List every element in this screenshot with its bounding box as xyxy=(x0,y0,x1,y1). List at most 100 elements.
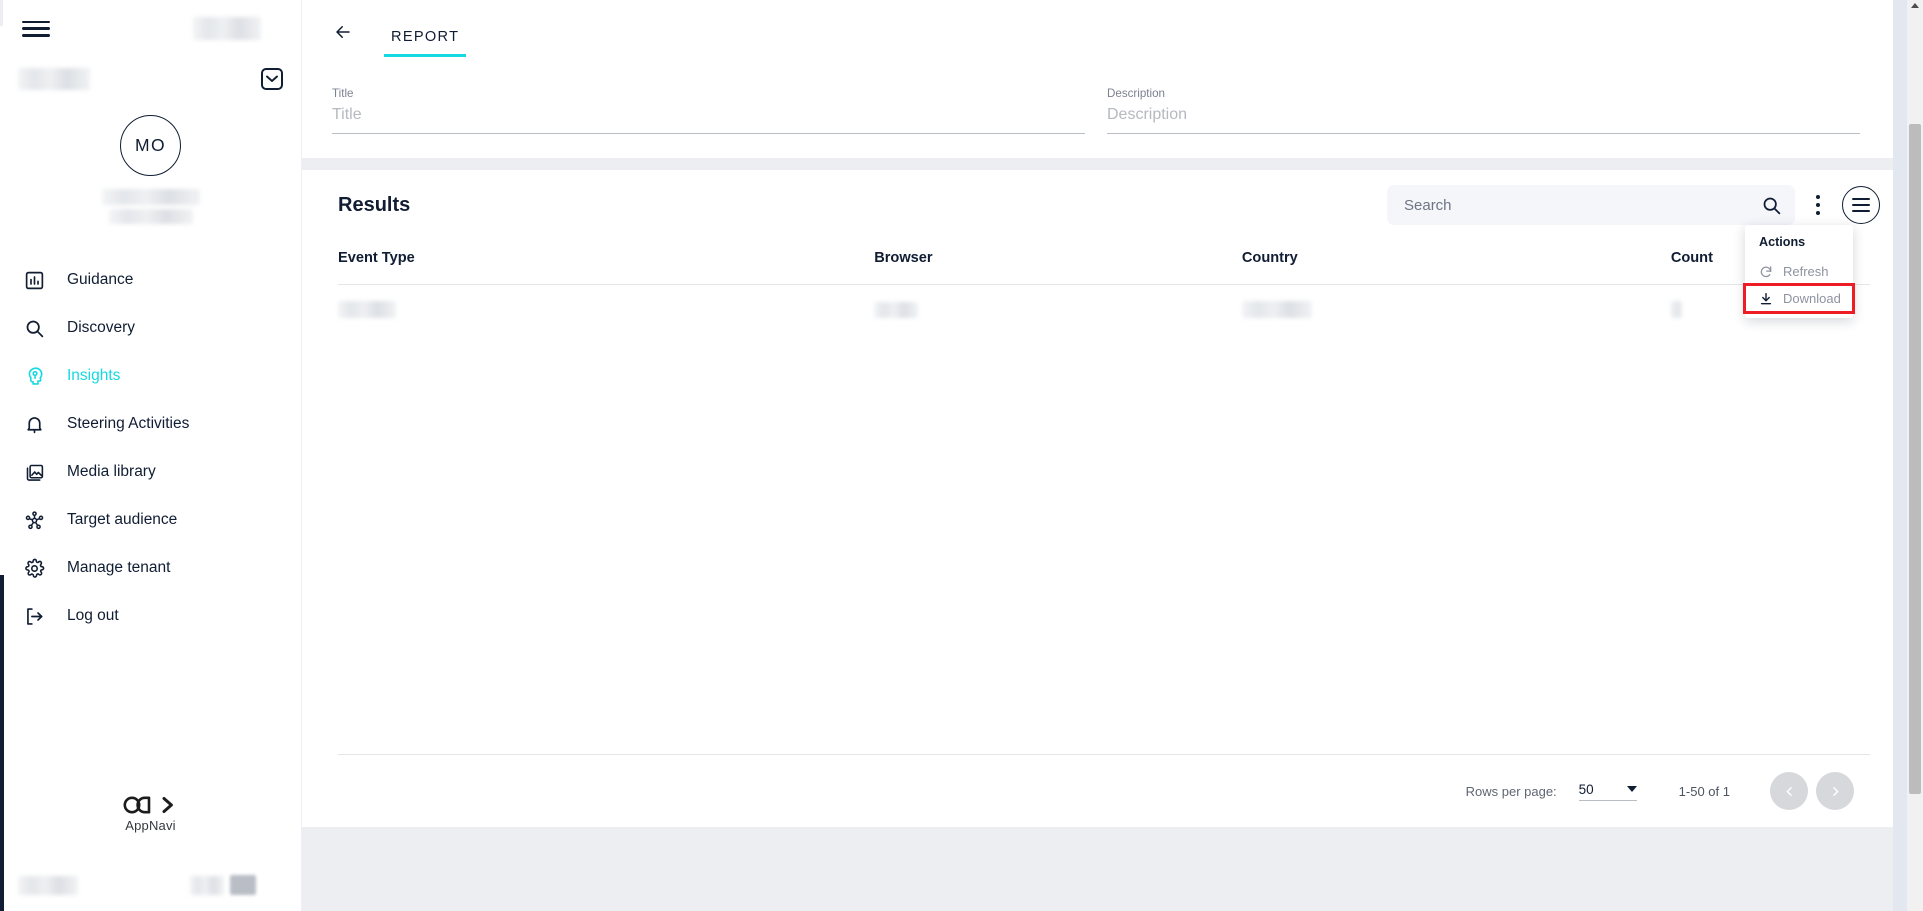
more-vertical-icon[interactable] xyxy=(1804,188,1832,222)
redacted-value xyxy=(338,301,396,318)
sidebar-item-insights[interactable]: Insights xyxy=(0,352,301,400)
scroll-up-arrow-icon[interactable] xyxy=(1911,3,1919,8)
title-field-group: Title xyxy=(332,87,1085,134)
gear-icon xyxy=(22,556,46,580)
title-input[interactable] xyxy=(332,106,1085,134)
download-icon xyxy=(1759,292,1773,306)
arrow-left-icon[interactable] xyxy=(324,13,362,51)
bell-icon xyxy=(22,412,46,436)
sidebar-nav: Guidance Discovery Insights Steering Act… xyxy=(0,256,301,640)
table-empty-space xyxy=(338,334,1870,754)
network-nodes-icon xyxy=(22,508,46,532)
sidebar-item-label: Steering Activities xyxy=(67,415,190,433)
sidebar-item-media-library[interactable]: Media library xyxy=(0,448,301,496)
column-header-browser[interactable]: Browser xyxy=(874,240,1242,285)
chevron-down-icon xyxy=(1626,786,1637,792)
sidebar-item-guidance[interactable]: Guidance xyxy=(0,256,301,304)
search-icon xyxy=(22,316,46,340)
table-head: Event Type Browser Country Count xyxy=(338,240,1870,285)
results-table: Event Type Browser Country Count xyxy=(338,240,1870,334)
avatar[interactable]: MO xyxy=(120,115,181,176)
sidebar-item-discovery[interactable]: Discovery xyxy=(0,304,301,352)
search-input[interactable] xyxy=(1404,196,1761,214)
appnavi-logo: AppNavi xyxy=(0,795,301,833)
sidebar-item-log-out[interactable]: Log out xyxy=(0,592,301,640)
previous-page-button[interactable] xyxy=(1770,772,1808,810)
sidebar-item-target-audience[interactable]: Target audience xyxy=(0,496,301,544)
page-right-rail xyxy=(1893,0,1907,911)
pagination: Rows per page: 50 1-50 of 1 xyxy=(302,755,1906,827)
description-input[interactable] xyxy=(1107,106,1860,134)
chevron-down-icon[interactable] xyxy=(261,68,283,90)
sidebar-item-label: Target audience xyxy=(67,511,178,529)
appnavi-logo-text: AppNavi xyxy=(125,818,176,833)
column-header-event-type[interactable]: Event Type xyxy=(338,240,875,285)
sidebar-item-manage-tenant[interactable]: Manage tenant xyxy=(0,544,301,592)
sidebar-item-label: Discovery xyxy=(67,319,136,337)
action-item-label: Refresh xyxy=(1783,264,1829,279)
table-body xyxy=(338,285,1870,335)
sidebar-item-label: Log out xyxy=(67,607,119,625)
user-profile: MO xyxy=(0,115,301,224)
sidebar: MO Guidance Discovery Insights Steering … xyxy=(0,0,302,911)
sidebar-left-edge-accent xyxy=(0,575,4,911)
report-card: REPORT Title Description Results xyxy=(302,0,1906,827)
pagination-range-label: 1-50 of 1 xyxy=(1678,783,1730,799)
rows-per-page-value: 50 xyxy=(1578,781,1594,797)
results-toolbar: Results xyxy=(302,170,1906,240)
cell-country xyxy=(1241,285,1671,335)
redacted-user-name xyxy=(101,189,200,205)
logout-icon xyxy=(22,604,46,628)
sidebar-context-row xyxy=(0,57,301,101)
column-header-country[interactable]: Country xyxy=(1241,240,1671,285)
action-item-refresh[interactable]: Refresh xyxy=(1745,258,1853,285)
main-content: REPORT Title Description Results xyxy=(302,0,1923,911)
next-page-button[interactable] xyxy=(1816,772,1854,810)
actions-menu-title: Actions xyxy=(1759,235,1806,249)
redacted-user-role xyxy=(108,209,193,224)
cell-browser xyxy=(874,285,1242,335)
results-heading: Results xyxy=(338,193,411,216)
results-section: Results Search Actions Refresh Download … xyxy=(302,170,1906,827)
redacted-footer-right xyxy=(230,875,256,895)
table-row[interactable] xyxy=(338,285,1870,335)
sidebar-item-label: Insights xyxy=(67,367,121,385)
hamburger-circle-icon[interactable] xyxy=(1842,186,1880,224)
search-box[interactable] xyxy=(1387,185,1795,225)
actions-dropdown: Actions Refresh Download xyxy=(1743,225,1855,318)
cell-event-type xyxy=(338,285,874,335)
search-icon[interactable] xyxy=(1761,195,1782,216)
rows-per-page-select[interactable]: 50 xyxy=(1578,781,1637,801)
sidebar-left-edge-top xyxy=(0,0,3,26)
redacted-value xyxy=(874,301,919,318)
table-header-row: Event Type Browser Country Count xyxy=(338,240,1870,285)
vertical-scrollbar[interactable] xyxy=(1907,0,1923,911)
report-tabbar: REPORT xyxy=(302,0,1906,57)
rows-per-page-label: Rows per page: xyxy=(1465,783,1557,799)
hamburger-icon[interactable] xyxy=(22,19,50,39)
action-item-download[interactable]: Download xyxy=(1743,283,1855,314)
refresh-icon xyxy=(1759,265,1773,279)
tab-report[interactable]: REPORT xyxy=(384,29,467,57)
sidebar-footer xyxy=(0,875,301,895)
redacted-value xyxy=(1670,301,1682,318)
brain-head-icon xyxy=(22,364,46,388)
title-label: Title xyxy=(332,87,354,100)
scrollbar-thumb[interactable] xyxy=(1909,124,1921,794)
image-gallery-icon xyxy=(22,460,46,484)
section-divider xyxy=(302,158,1906,170)
bar-chart-icon xyxy=(22,268,46,292)
description-field-group: Description xyxy=(1107,87,1860,134)
redacted-footer-mid xyxy=(190,875,224,895)
sidebar-item-label: Guidance xyxy=(67,271,134,289)
redacted-footer-left xyxy=(18,875,78,895)
redacted-context-label xyxy=(18,68,90,90)
redacted-tenant-name xyxy=(193,17,261,40)
appnavi-logo-mark xyxy=(123,795,179,815)
sidebar-topbar xyxy=(0,0,301,57)
results-table-wrap: Event Type Browser Country Count xyxy=(302,240,1906,754)
action-item-label: Download xyxy=(1783,291,1841,306)
sidebar-item-label: Manage tenant xyxy=(67,559,171,577)
sidebar-item-steering-activities[interactable]: Steering Activities xyxy=(0,400,301,448)
sidebar-item-label: Media library xyxy=(67,463,156,481)
